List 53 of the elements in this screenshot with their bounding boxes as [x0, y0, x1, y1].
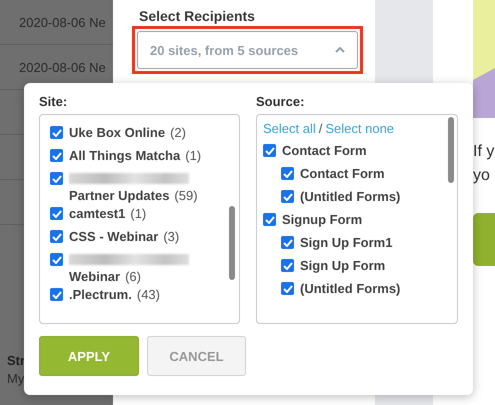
scrollbar[interactable] [448, 117, 454, 183]
site-label: Site: [39, 94, 68, 109]
checkbox[interactable] [281, 236, 294, 249]
checkbox[interactable] [281, 282, 294, 295]
field-label: Select Recipients [138, 8, 255, 24]
site-count: (43) [136, 286, 160, 304]
site-count: (1) [185, 147, 202, 165]
apply-button[interactable]: APPLY [39, 336, 139, 376]
source-name: Signup Form [282, 211, 362, 229]
site-count: (2) [170, 124, 186, 142]
checkbox[interactable] [50, 253, 63, 266]
scrollbar[interactable] [229, 206, 235, 280]
section-heading: Str [7, 353, 26, 368]
select-none-link[interactable]: Select none [325, 121, 394, 136]
recipients-dropdown[interactable]: 20 sites, from 5 sources [137, 31, 358, 69]
checkbox[interactable] [281, 259, 294, 272]
source-label: Source: [256, 94, 306, 109]
newsletter-title: 2020-08-06 Ne [19, 14, 106, 30]
form-name: (Untitled Forms) [300, 280, 400, 298]
checkbox[interactable] [50, 172, 63, 185]
form-name: Contact Form [300, 165, 384, 183]
site-name: camtest1 [69, 205, 126, 223]
site-count: (6) [125, 268, 141, 286]
separator: / [318, 121, 322, 136]
source-name: Contact Form [282, 142, 366, 160]
site-name: CSS - Webinar [69, 228, 158, 246]
site-count: (1) [130, 205, 146, 223]
site-name: All Things Matcha [69, 147, 180, 165]
site-name: Uke Box Online [69, 124, 166, 142]
checkbox[interactable] [281, 167, 294, 180]
checkbox[interactable] [50, 149, 63, 162]
caret-icon [335, 47, 345, 53]
checkbox[interactable] [50, 126, 63, 139]
checkbox[interactable] [50, 207, 63, 220]
form-name: Sign Up Form [300, 257, 386, 275]
form-name: Sign Up Form1 [300, 234, 392, 252]
checkbox[interactable] [263, 144, 276, 157]
body-text: yo [473, 168, 490, 184]
checkbox[interactable] [281, 190, 294, 203]
site-name: Webinar [69, 268, 120, 286]
checkbox[interactable] [50, 288, 63, 301]
checkbox[interactable] [50, 230, 63, 243]
newsletter-title: 2020-08-06 Ne [19, 60, 106, 74]
site-count: (59) [174, 187, 198, 205]
menu-item[interactable]: My [7, 370, 24, 387]
site-name: .Plectrum. [69, 286, 132, 304]
cancel-button[interactable]: CANCEL [147, 336, 246, 376]
select-all-link[interactable]: Select all [263, 121, 316, 136]
site-count: (3) [163, 228, 180, 246]
checkbox[interactable] [263, 213, 276, 226]
site-name: Partner Updates [69, 187, 170, 205]
form-name: (Untitled Forms) [300, 188, 400, 206]
body-text: If y [473, 144, 494, 160]
